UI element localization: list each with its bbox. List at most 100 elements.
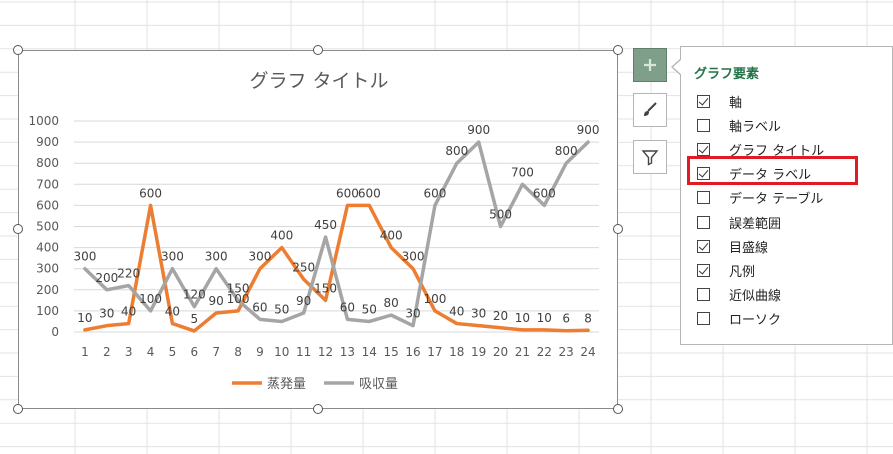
data-label: 10 [537, 311, 552, 325]
checkbox[interactable] [697, 288, 710, 302]
chart-element-item[interactable]: ローソク [697, 308, 781, 330]
data-label: 450 [314, 218, 337, 232]
x-tick-label: 15 [384, 345, 399, 359]
x-tick-label: 10 [274, 345, 289, 359]
chart-elements-panel: グラフ要素 軸軸ラベル グラフ タイトル データ ラベル データ テーブル 誤差範囲 目盛… [680, 46, 893, 345]
data-label: 150 [314, 281, 337, 295]
x-tick-label: 18 [449, 345, 464, 359]
data-label: 400 [380, 229, 403, 243]
x-tick-label: 17 [427, 345, 442, 359]
data-label: 300 [248, 250, 271, 264]
chart-title: グラフ タイトル [249, 70, 388, 92]
data-label: 10 [77, 311, 92, 325]
checkbox[interactable] [697, 118, 710, 132]
chart-element-item[interactable]: 軸ラベル [697, 114, 781, 136]
panel-pointer-inner [673, 59, 682, 75]
data-label: 300 [402, 250, 425, 264]
data-label: 900 [467, 123, 490, 137]
chart-element-label: 軸 [729, 95, 743, 111]
data-label: 900 [577, 123, 600, 137]
y-tick-label: 700 [36, 177, 59, 191]
checkbox[interactable] [697, 239, 710, 253]
x-tick-label: 24 [580, 345, 595, 359]
filter-icon [641, 150, 659, 166]
chart-element-label: 軸ラベル [729, 119, 782, 135]
y-tick-label: 500 [36, 220, 59, 234]
chart-element-item[interactable]: 軸 [697, 90, 742, 112]
data-label: 100 [139, 292, 162, 306]
chart-element-item[interactable]: 近似曲線 [697, 284, 781, 306]
x-tick-label: 4 [147, 345, 155, 359]
data-label: 60 [252, 300, 267, 314]
x-tick-label: 7 [212, 345, 220, 359]
data-label: 30 [471, 307, 486, 321]
resize-handle[interactable] [613, 45, 623, 55]
data-label: 600 [423, 186, 446, 200]
chart-element-label: データ テーブル [729, 192, 824, 208]
y-tick-label: 100 [36, 304, 59, 318]
data-label: 90 [296, 294, 311, 308]
data-label: 250 [292, 260, 315, 274]
resize-handle[interactable] [13, 404, 23, 414]
chart-styles-button[interactable] [633, 93, 667, 127]
chart-element-label: 凡例 [729, 264, 756, 280]
data-label: 20 [493, 309, 508, 323]
chart-filters-button[interactable] [633, 140, 667, 174]
data-label: 60 [340, 300, 355, 314]
checkbox[interactable] [697, 215, 710, 229]
chart-element-item[interactable]: 誤差範囲 [697, 211, 781, 233]
chart-elements-button[interactable] [633, 48, 667, 82]
y-tick-label: 1000 [28, 114, 59, 128]
checkbox[interactable] [697, 312, 710, 326]
resize-handle[interactable] [313, 45, 323, 55]
y-tick-label: 400 [36, 241, 59, 255]
resize-handle[interactable] [613, 224, 623, 234]
data-label: 50 [362, 302, 377, 316]
data-label: 120 [183, 288, 206, 302]
highlight-box [687, 156, 858, 185]
checkbox[interactable] [697, 191, 710, 205]
data-label: 500 [489, 208, 512, 222]
data-label: 400 [270, 229, 293, 243]
checkbox[interactable] [697, 94, 710, 108]
data-label: 800 [445, 144, 468, 158]
data-label: 220 [117, 267, 140, 281]
chart-element-item[interactable]: 目盛線 [697, 235, 768, 257]
data-label: 700 [511, 165, 534, 179]
data-label: 8 [584, 311, 592, 325]
legend-label: 吸収量 [359, 377, 398, 392]
panel-title: グラフ要素 [694, 67, 760, 82]
data-label: 40 [121, 305, 136, 319]
data-label: 6 [562, 312, 570, 326]
resize-handle[interactable] [313, 404, 323, 414]
checkbox[interactable] [697, 263, 710, 277]
x-tick-label: 1 [81, 345, 89, 359]
legend-label: 蒸発量 [267, 377, 306, 392]
resize-handle[interactable] [13, 224, 23, 234]
data-label: 150 [227, 281, 250, 295]
resize-handle[interactable] [613, 404, 623, 414]
checkbox[interactable] [697, 142, 710, 156]
data-label: 50 [274, 302, 289, 316]
data-label: 10 [515, 311, 530, 325]
y-tick-label: 0 [51, 325, 59, 339]
chart-element-label: 目盛線 [729, 240, 769, 256]
data-label: 800 [555, 144, 578, 158]
chart-element-label: 誤差範囲 [729, 216, 782, 232]
x-tick-label: 22 [537, 345, 552, 359]
data-label: 90 [209, 294, 224, 308]
resize-handle[interactable] [13, 45, 23, 55]
data-label: 30 [99, 307, 114, 321]
y-tick-label: 300 [36, 262, 59, 276]
plus-icon [644, 59, 656, 71]
x-tick-label: 16 [405, 345, 420, 359]
data-label: 5 [190, 312, 198, 326]
chart-element-label: ローソク [729, 313, 782, 329]
y-tick-label: 600 [36, 198, 59, 212]
x-tick-label: 6 [190, 345, 198, 359]
chart-area[interactable]: グラフ タイトル 0 100 200 300 400 500 600 700 800 900 1000… [18, 50, 618, 409]
data-label: 40 [449, 305, 464, 319]
chart-element-item[interactable]: 凡例 [697, 259, 755, 281]
chart-element-item[interactable]: データ テーブル [697, 187, 823, 209]
brush-icon [644, 102, 657, 116]
